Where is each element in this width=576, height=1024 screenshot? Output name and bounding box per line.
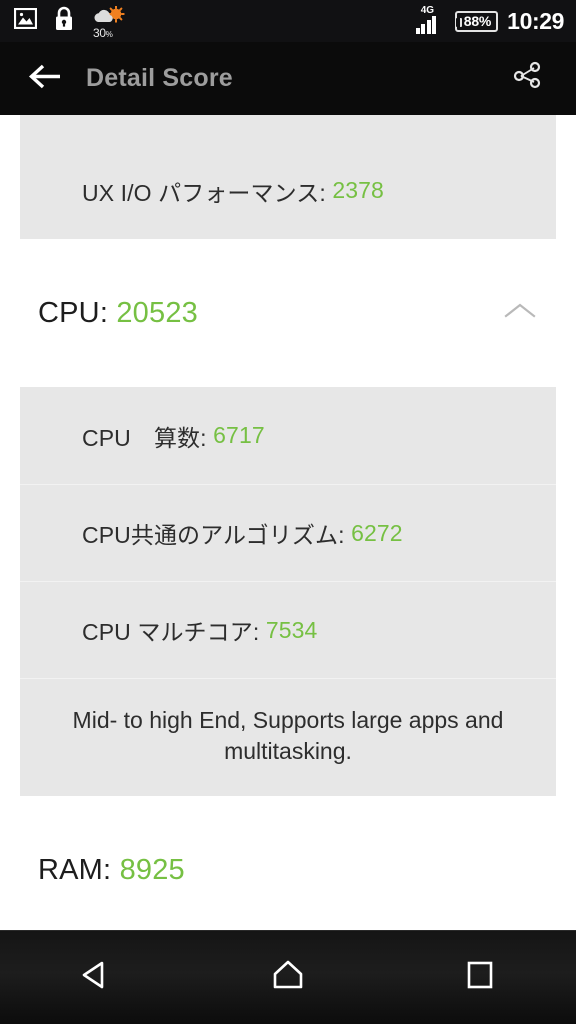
page-title: Detail Score [86,64,233,92]
detail-row-value: 6717 [213,422,265,448]
recents-square-icon [464,959,496,996]
section-title-ram: RAM: 8925 [38,853,185,886]
nav-recents-button[interactable] [432,943,528,1013]
back-triangle-icon [79,958,113,997]
collapse-toggle-cpu[interactable] [500,298,540,328]
detail-score-list[interactable]: UX I/O パフォーマンス: 2378 CPU: 20523 CPU 算数: … [0,115,576,930]
arrow-left-icon [28,63,62,95]
lock-icon [54,6,74,36]
battery-percent-label: 88% [463,13,492,29]
detail-row-value: 6272 [351,519,403,546]
detail-row-value: 2378 [332,177,384,203]
status-bar: 30% 4G 88% 10:29 [0,0,576,42]
share-button[interactable] [504,56,550,102]
weather-percent: 30% [93,26,113,40]
detail-row-cpu-arithmetic[interactable]: CPU 算数: 6717 [20,387,556,484]
cpu-description: Mid- to high End, Supports large apps an… [20,678,556,796]
phone-screen: 30% 4G 88% 10:29 Detail Score UX I/O パフォ… [0,0,576,1024]
cpu-subitems-panel: CPU 算数: 6717 CPU共通のアルゴリズム: 6272 CPU マルチコ… [20,387,556,797]
detail-row-label: CPU共通のアルゴリズム: [82,522,352,548]
app-bar: Detail Score [0,42,576,115]
ux-subitems-panel: UX I/O パフォーマンス: 2378 [20,142,556,239]
battery-indicator: 88% [454,10,499,32]
image-icon [13,7,38,34]
section-value-ram: 8925 [119,853,185,886]
signal-bars [415,16,437,34]
section-header-ram[interactable]: RAM: 8925 [0,796,576,930]
nav-home-button[interactable] [240,943,336,1013]
status-bar-left-icons: 30% [13,5,125,40]
section-value-cpu: 20523 [116,296,198,329]
partial-row [20,115,556,142]
status-bar-right-icons: 4G 88% 10:29 [415,5,564,35]
detail-row-cpu-common-algorithm[interactable]: CPU共通のアルゴリズム: 6272 [20,484,556,581]
detail-row-label: CPU マルチコア: [82,619,266,645]
network-type-label: 4G [420,5,435,16]
section-title-cpu: CPU: 20523 [38,296,198,329]
detail-row-label: CPU 算数: [82,424,214,451]
nav-back-button[interactable] [48,943,144,1013]
section-header-cpu[interactable]: CPU: 20523 [0,239,576,387]
clock: 10:29 [507,7,564,34]
home-icon [270,958,306,997]
detail-row-label: UX I/O パフォーマンス: [82,179,333,206]
share-icon [511,60,543,97]
chevron-up-icon [503,301,537,326]
detail-row-ux-io[interactable]: UX I/O パフォーマンス: 2378 [20,142,556,239]
partial-row-panel [20,115,556,142]
signal-icon: 4G [415,5,446,34]
back-button[interactable] [22,56,68,102]
detail-row-cpu-multicore[interactable]: CPU マルチコア: 7534 [20,581,556,678]
weather-icon: 30% [91,5,125,40]
android-navigation-bar [0,930,576,1024]
detail-row-value: 7534 [265,616,318,643]
